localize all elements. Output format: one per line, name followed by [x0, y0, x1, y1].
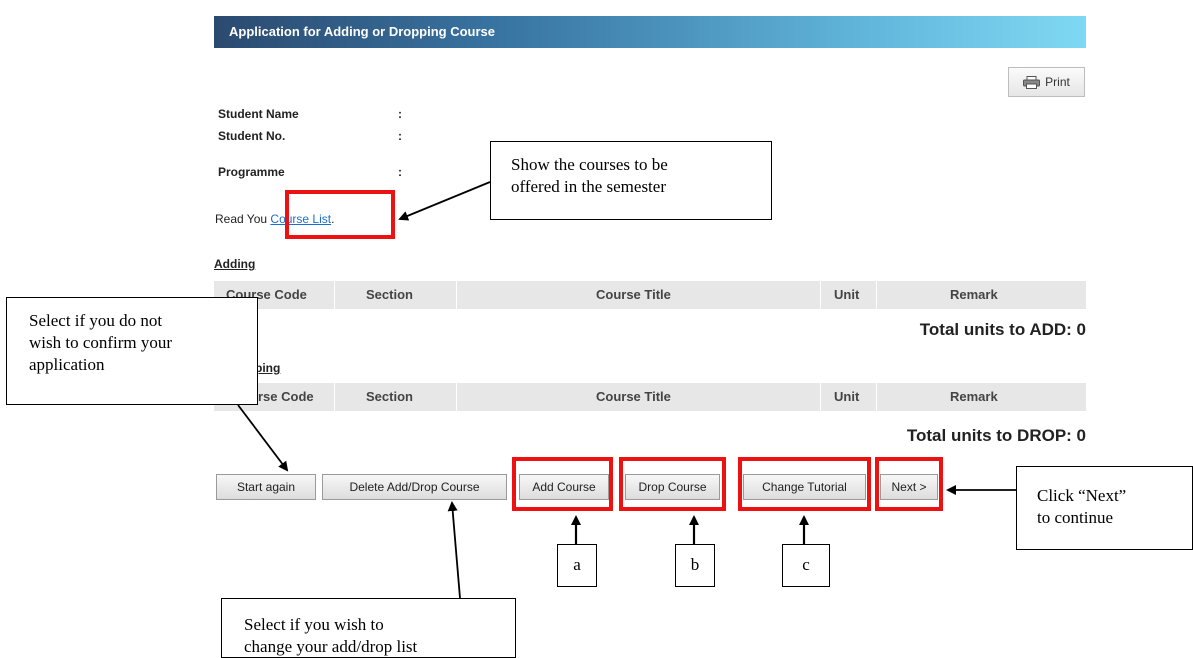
start-again-callout: Select if you do not wish to confirm you…	[6, 297, 258, 405]
tag-b: b	[675, 544, 715, 587]
delete-callout: Select if you wish to change your add/dr…	[221, 598, 516, 658]
callout-line: application	[29, 355, 105, 374]
callout-line: Select if you wish to	[244, 615, 384, 634]
callout-line: to continue	[1037, 508, 1114, 527]
callout-line: change your add/drop list	[244, 637, 418, 656]
callout-line: Select if you do not	[29, 311, 163, 330]
callout-line: Click “Next”	[1037, 486, 1127, 505]
callout-line: offered in the semester	[511, 177, 666, 196]
tag-c: c	[782, 544, 830, 587]
callout-line: Show the courses to be	[511, 155, 668, 174]
callout-line: wish to confirm your	[29, 333, 173, 352]
next-callout: Click “Next” to continue	[1016, 466, 1193, 550]
course-list-callout: Show the courses to be offered in the se…	[490, 141, 772, 220]
tag-a: a	[557, 544, 597, 587]
